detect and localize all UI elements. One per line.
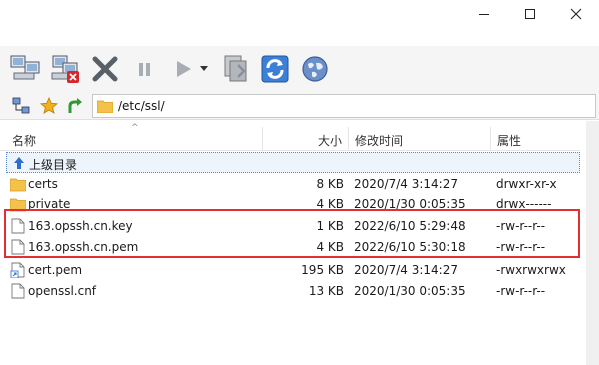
folder-icon [10,178,26,192]
column-header: ^ 名称 大小 修改时间 属性 [0,123,580,151]
table-row[interactable]: cert.pem 195 KB 2020/7/4 3:14:27 -rwxrwx… [6,260,580,281]
up-arrow-icon [14,157,24,169]
close-button[interactable] [556,0,596,28]
folder-icon [97,100,113,113]
table-row[interactable]: 163.opssh.cn.pem 4 KB 2022/6/10 5:30:18 … [6,237,580,258]
connect-icon [10,55,40,80]
table-row[interactable]: private 4 KB 2020/1/30 0:05:35 drwx-----… [6,194,580,215]
network-icon [12,97,30,114]
close-icon [570,8,582,20]
maximize-button[interactable] [510,0,550,28]
queue-icon [224,55,247,82]
minimize-icon [479,13,489,15]
file-modified: 2022/6/10 5:29:48 [354,219,466,233]
file-attributes: -rw-r--r-- [496,240,546,254]
column-divider[interactable] [262,127,263,151]
file-modified: 2020/1/30 0:05:35 [354,197,466,211]
file-modified: 2020/7/4 3:14:27 [354,263,458,277]
cancel-icon [92,56,118,82]
file-modified: 2020/7/4 3:14:27 [354,177,458,191]
file-size: 4 KB [316,197,344,211]
web-icon [302,56,328,82]
vertical-scrollbar[interactable] [586,121,599,365]
refresh-button[interactable] [258,52,292,86]
connect-button[interactable] [8,52,42,86]
column-modified[interactable]: 修改时间 [355,132,403,149]
folder-icon [10,198,26,212]
pause-button[interactable] [128,52,162,86]
file-name: openssl.cnf [28,284,97,298]
file-size: 4 KB [316,240,344,254]
file-attributes: -rw-r--r-- [496,284,546,298]
pause-icon [139,63,150,76]
star-icon [40,97,58,114]
file-name: cert.pem [28,263,83,277]
main-toolbar [0,46,599,92]
file-size: 195 KB [301,263,344,277]
play-icon [177,61,191,77]
column-size[interactable]: 大小 [318,132,342,149]
favorites-button[interactable] [38,95,60,117]
go-up-icon [68,98,82,113]
disconnect-icon [51,55,79,83]
play-button[interactable] [166,52,200,86]
table-row[interactable]: certs 8 KB 2020/7/4 3:14:27 drwxr-xr-x [6,174,580,195]
site-manager-button[interactable] [10,95,32,117]
file-size: 8 KB [316,177,344,191]
maximize-icon [525,9,535,19]
path-toolbar: /etc/ssl/ [0,92,599,120]
file-icon [11,218,25,234]
column-attributes[interactable]: 属性 [497,132,521,149]
file-attributes: -rw-r--r-- [496,219,546,233]
file-icon [11,239,25,255]
play-dropdown[interactable] [196,52,212,86]
minimize-button[interactable] [464,0,504,28]
path-text: /etc/ssl/ [118,99,165,113]
file-name: 163.opssh.cn.pem [28,240,139,254]
file-name: 上级目录 [29,158,78,172]
file-name: private [28,197,71,211]
dropdown-icon [200,66,208,71]
cancel-button[interactable] [88,52,122,86]
parent-directory-row[interactable]: 上级目录 [6,152,580,173]
path-input[interactable]: /etc/ssl/ [92,94,596,118]
file-icon [11,283,25,299]
refresh-icon [261,55,289,83]
file-attributes: drwxr-xr-x [496,177,557,191]
file-size: 13 KB [308,284,344,298]
file-modified: 2022/6/10 5:30:18 [354,240,466,254]
sort-ascending-icon: ^ [131,123,139,133]
column-divider[interactable] [348,127,349,151]
table-row[interactable]: openssl.cnf 13 KB 2020/1/30 0:05:35 -rw-… [6,281,580,302]
file-modified: 2020/1/30 0:05:35 [354,284,466,298]
file-name: 163.opssh.cn.key [28,219,133,233]
file-attributes: drwx------ [496,197,552,211]
symlink-file-icon [10,262,25,278]
queue-button[interactable] [220,52,254,86]
file-size: 1 KB [316,219,344,233]
disconnect-button[interactable] [48,52,82,86]
web-button[interactable] [298,52,332,86]
file-list: ^ 名称 大小 修改时间 属性 上级目录 certs 8 KB 2020/7/4… [0,121,599,365]
column-name[interactable]: 名称 [12,132,36,149]
file-attributes: -rwxrwxrwx [496,263,566,277]
title-bar [0,0,599,32]
column-divider[interactable] [490,127,491,151]
file-name: certs [28,177,58,191]
parent-folder-button[interactable] [64,95,86,117]
table-row[interactable]: 163.opssh.cn.key 1 KB 2022/6/10 5:29:48 … [6,216,580,237]
